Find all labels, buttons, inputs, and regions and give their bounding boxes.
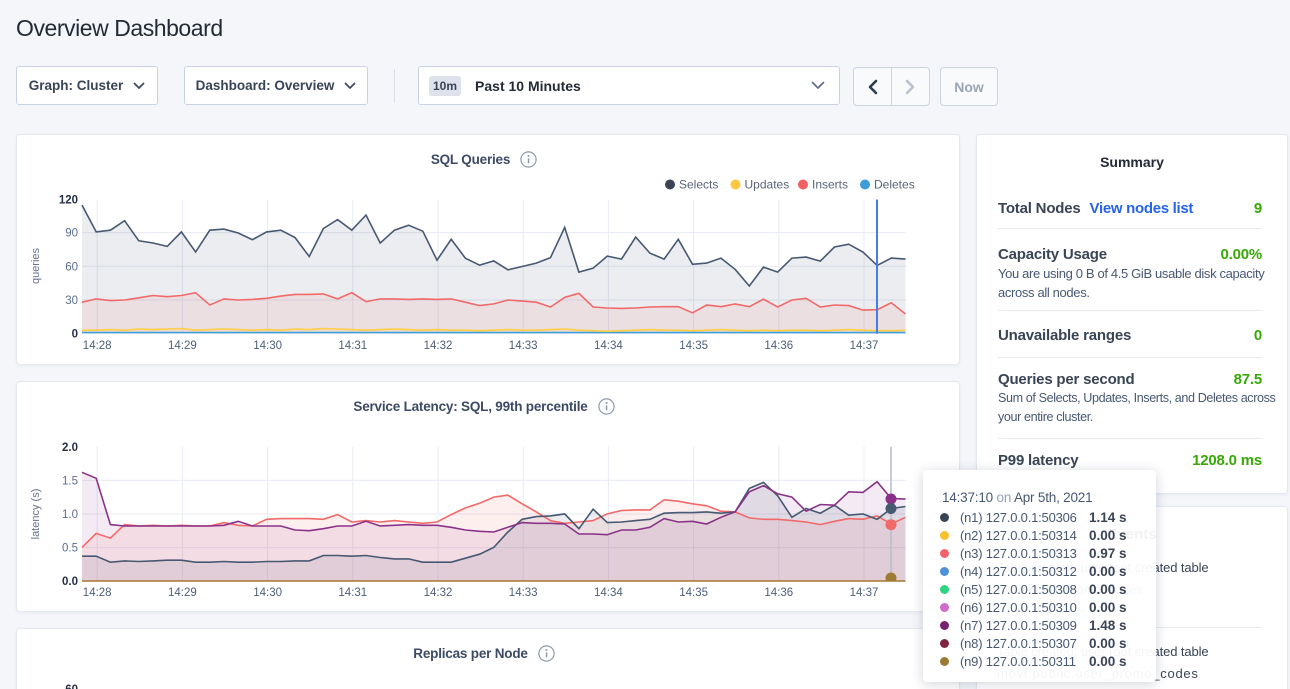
svg-text:120: 120	[59, 195, 78, 207]
svg-text:14:28: 14:28	[83, 587, 112, 599]
svg-text:14:36: 14:36	[764, 340, 793, 352]
svg-text:Selects: Selects	[679, 178, 718, 192]
svg-text:14:35: 14:35	[679, 340, 708, 352]
svg-text:14:28: 14:28	[83, 340, 112, 352]
svg-text:latency (s): latency (s)	[30, 489, 42, 540]
svg-text:14:31: 14:31	[338, 587, 367, 599]
svg-text:14:29: 14:29	[168, 587, 197, 599]
svg-text:14:33: 14:33	[509, 340, 538, 352]
svg-text:0: 0	[72, 329, 78, 341]
svg-text:14:34: 14:34	[594, 587, 623, 599]
svg-text:0.5: 0.5	[62, 543, 78, 555]
svg-text:queries: queries	[30, 247, 42, 284]
svg-text:14:35: 14:35	[679, 587, 708, 599]
svg-text:14:31: 14:31	[338, 340, 367, 352]
svg-text:Inserts: Inserts	[812, 178, 848, 192]
svg-text:14:37: 14:37	[850, 340, 879, 352]
svg-text:14:29: 14:29	[168, 340, 197, 352]
svg-text:60: 60	[65, 684, 78, 689]
svg-text:14:30: 14:30	[253, 340, 282, 352]
svg-text:14:33: 14:33	[509, 587, 538, 599]
svg-text:Deletes: Deletes	[874, 178, 915, 192]
svg-text:14:37: 14:37	[850, 587, 879, 599]
svg-text:14:30: 14:30	[253, 587, 282, 599]
svg-text:14:34: 14:34	[594, 340, 623, 352]
svg-text:60: 60	[65, 261, 78, 273]
svg-text:14:36: 14:36	[764, 587, 793, 599]
svg-text:2.0: 2.0	[62, 442, 78, 454]
svg-text:0.0: 0.0	[62, 576, 78, 588]
svg-text:30: 30	[65, 295, 78, 307]
svg-text:1.5: 1.5	[62, 475, 78, 487]
svg-text:1.0: 1.0	[62, 509, 78, 521]
svg-text:Updates: Updates	[745, 178, 790, 192]
svg-text:14:32: 14:32	[424, 340, 453, 352]
svg-text:90: 90	[65, 228, 78, 240]
svg-text:14:32: 14:32	[424, 587, 453, 599]
